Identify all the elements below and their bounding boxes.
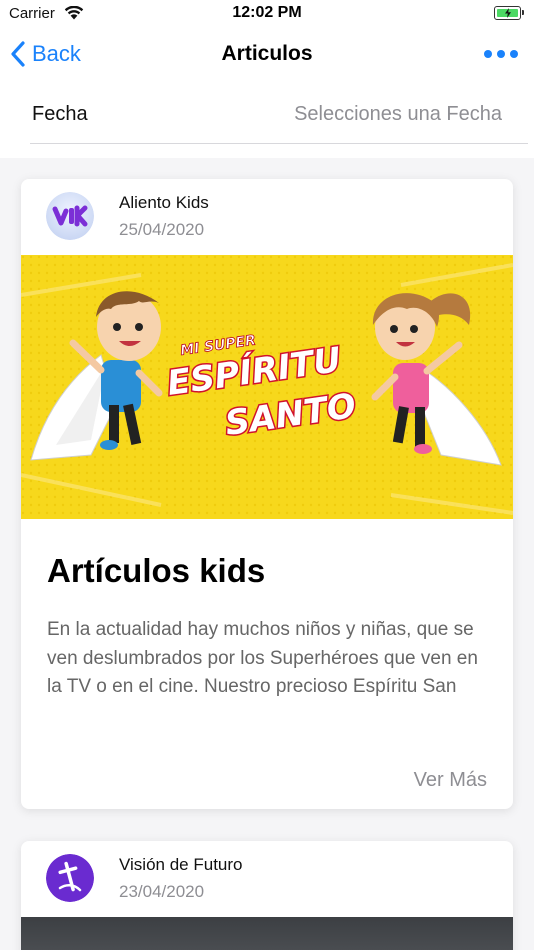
status-bar: Carrier 12:02 PM <box>0 0 534 30</box>
article-author: Visión de Futuro <box>119 855 243 874</box>
battery-icon <box>494 6 524 20</box>
read-more-link[interactable]: Ver Más <box>414 769 487 792</box>
article-date: 23/04/2020 <box>119 882 205 901</box>
date-filter-row[interactable]: Fecha Selecciones una Fecha <box>0 80 534 144</box>
navigation-bar: Back Articulos <box>0 30 534 80</box>
author-avatar <box>46 854 94 902</box>
charging-bolt-icon <box>505 8 511 18</box>
status-time: 12:02 PM <box>232 4 302 21</box>
article-date: 25/04/2020 <box>119 220 205 239</box>
date-filter-label: Fecha <box>32 103 88 125</box>
article-excerpt: En la actualidad hay muchos niños y niña… <box>47 619 478 697</box>
article-card[interactable]: Visión de Futuro 23/04/2020 <box>21 841 513 950</box>
author-avatar <box>46 192 94 240</box>
article-banner-image[interactable] <box>21 917 513 950</box>
article-author: Aliento Kids <box>119 193 209 212</box>
article-banner-image[interactable]: MI SUPER ESPÍRITU SANTO <box>21 255 513 519</box>
article-title: Artículos kids <box>47 552 266 589</box>
page-title: Articulos <box>221 42 313 65</box>
ellipsis-icon[interactable] <box>484 50 518 58</box>
article-card[interactable]: Aliento Kids 25/04/2020 MI SUPER ESPÍRIT… <box>21 179 513 809</box>
date-picker-field[interactable]: Selecciones una Fecha <box>294 103 502 126</box>
